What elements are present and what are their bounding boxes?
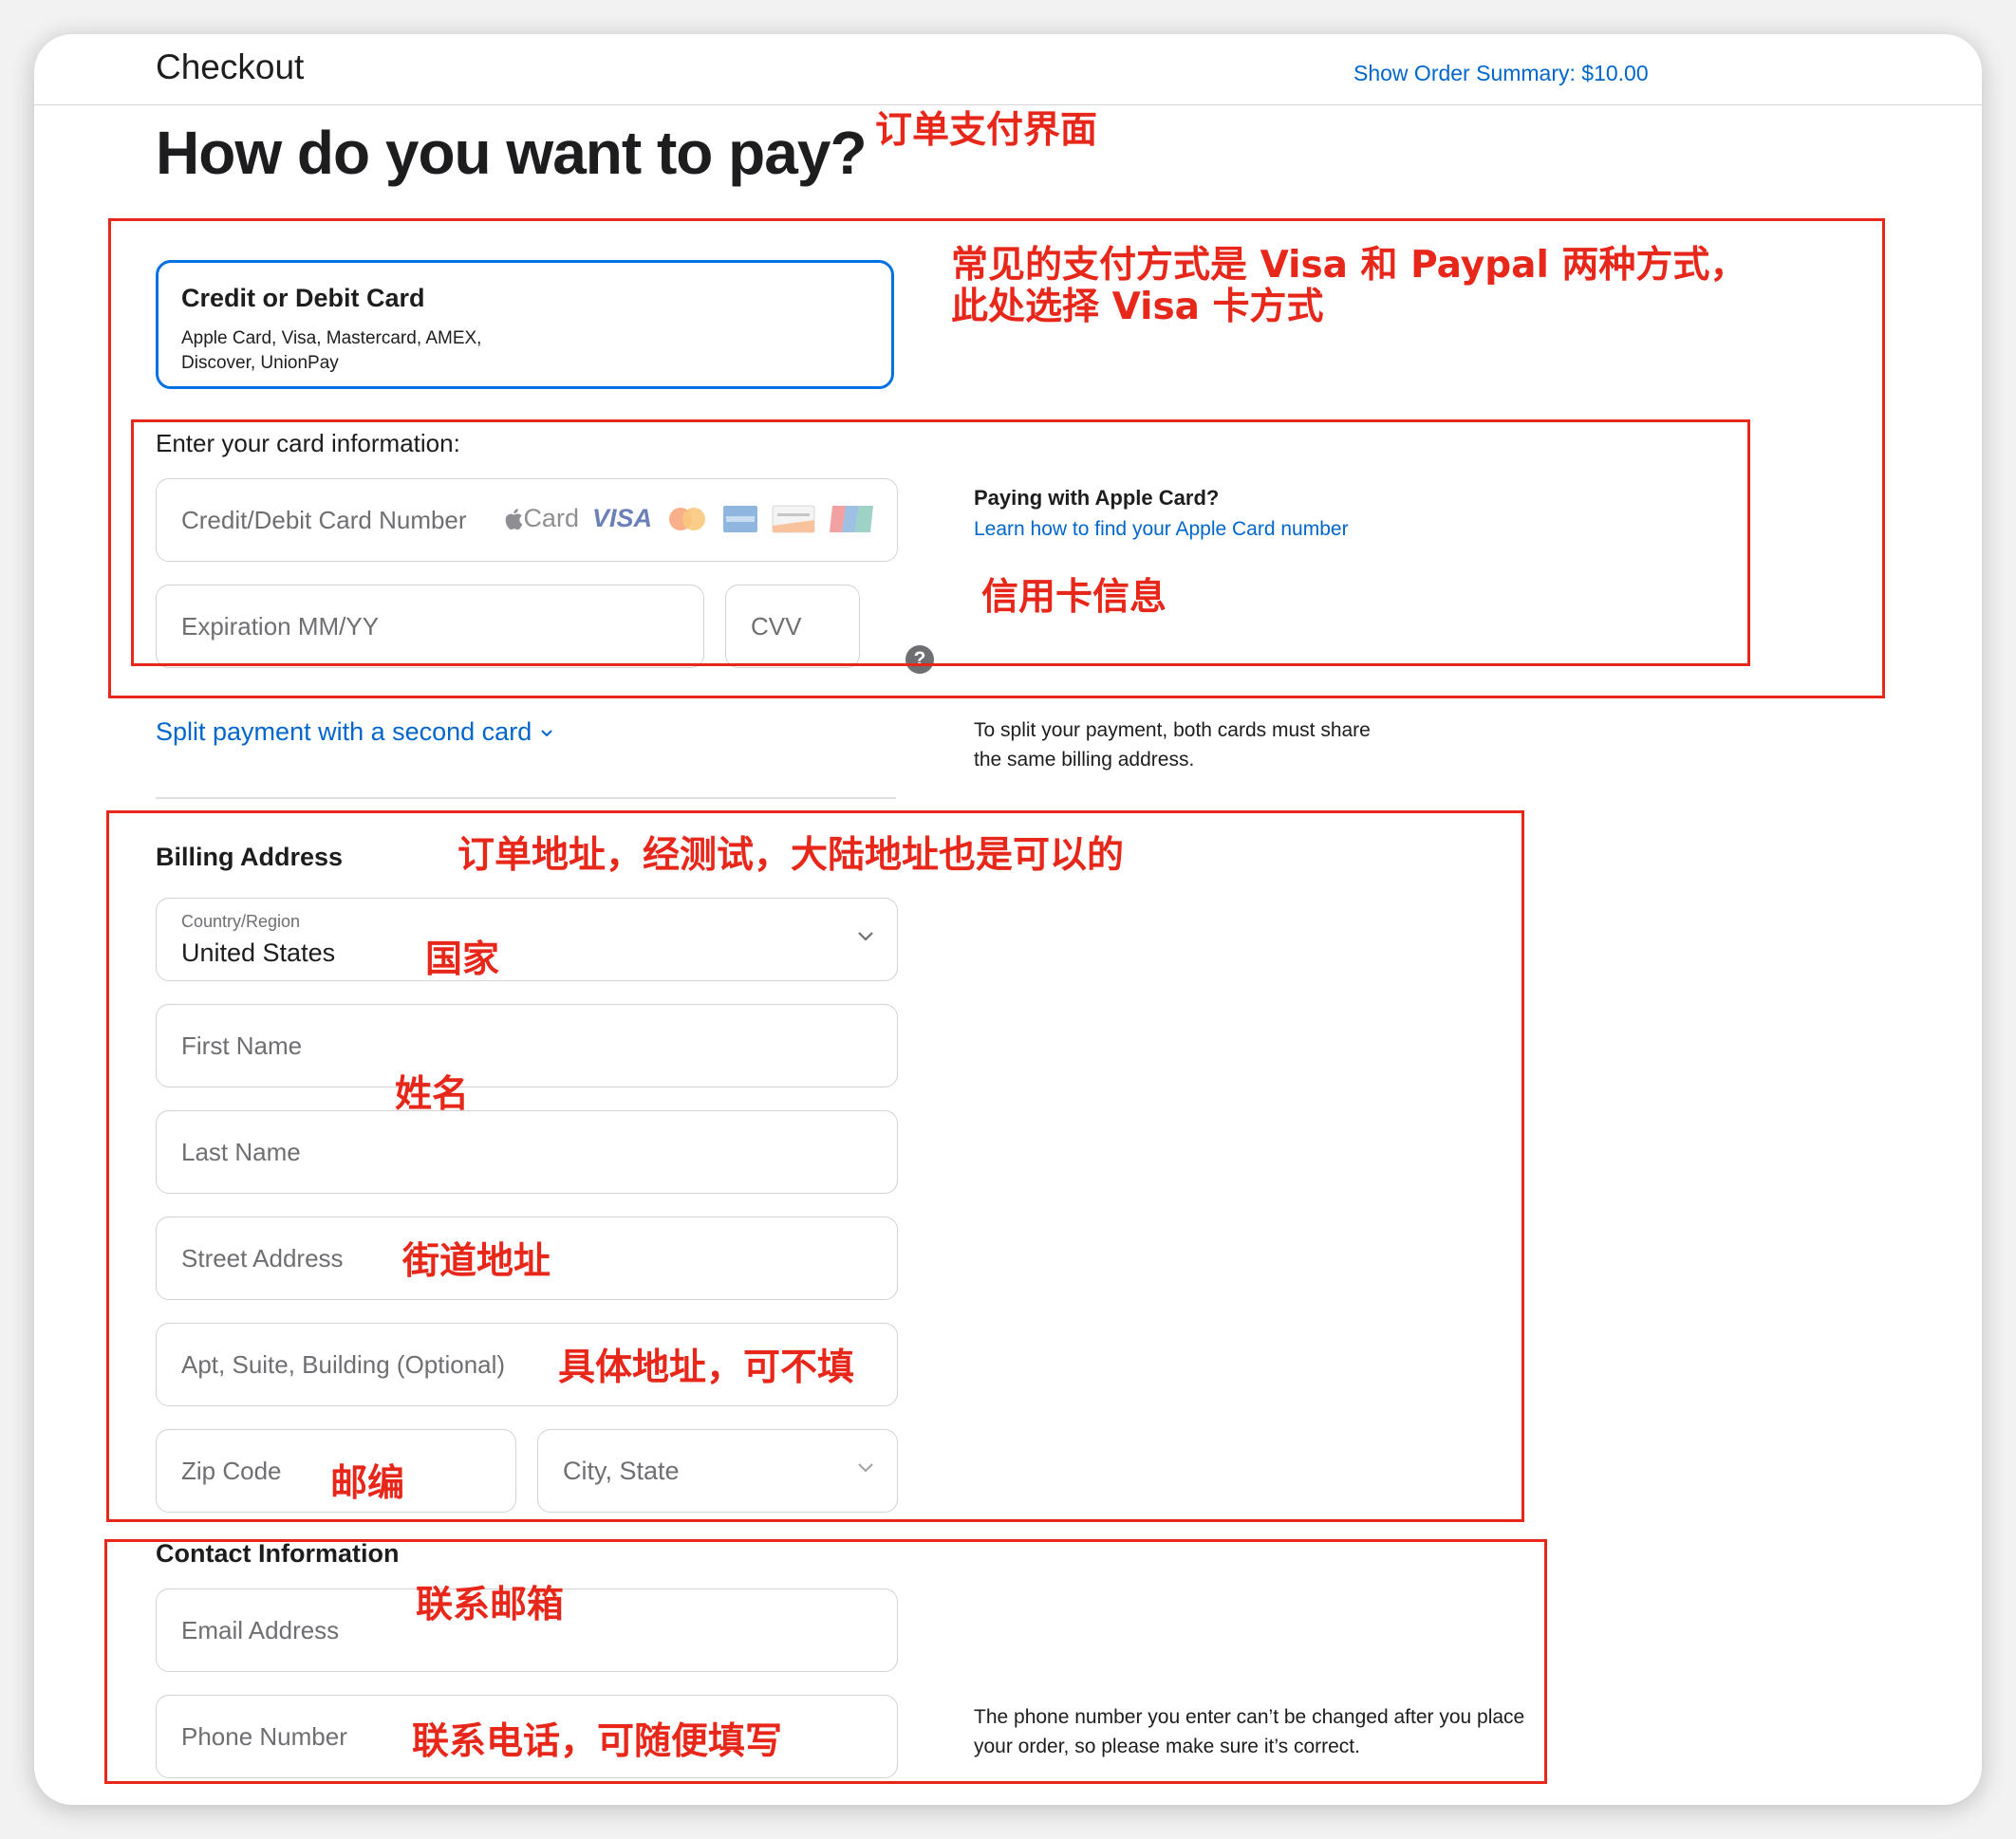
apple-card-logo-text: Card	[523, 504, 579, 532]
annotation-country: 国家	[425, 938, 500, 981]
apple-card-number-link[interactable]: Learn how to find your Apple Card number	[974, 514, 1349, 544]
billing-address-heading: Billing Address	[156, 843, 344, 871]
annotation-card-info: 信用卡信息	[981, 576, 1167, 619]
unionpay-logo	[830, 505, 873, 532]
cvv-input[interactable]	[726, 585, 859, 667]
city-state-select[interactable]: City, State	[537, 1429, 898, 1513]
city-state-placeholder: City, State	[563, 1457, 680, 1485]
annotation-phone: 联系电话，可随便填写	[412, 1720, 783, 1763]
phone-note: The phone number you enter can’t be chan…	[974, 1706, 1525, 1757]
annotation-email: 联系邮箱	[416, 1584, 565, 1626]
apple-card-heading: Paying with Apple Card?	[974, 486, 1220, 510]
annotation-street: 街道地址	[402, 1240, 551, 1283]
expiration-field[interactable]	[156, 585, 704, 668]
amex-logo	[723, 505, 757, 532]
checkout-window: Checkout Show Order Summary: $10.00 How …	[34, 34, 1982, 1805]
country-caption: Country/Region	[181, 912, 301, 931]
payment-option-subtitle: Apple Card, Visa, Mastercard, AMEX, Disc…	[181, 328, 482, 373]
country-select[interactable]: Country/Region United States	[156, 898, 898, 981]
annotation-billing: 订单地址，经测试，大陆地址也是可以的	[457, 834, 1125, 877]
split-payment-link[interactable]: Split payment with a second card	[156, 717, 554, 747]
show-order-summary-link[interactable]: Show Order Summary: $10.00	[1353, 61, 1649, 86]
annotation-payment-method-line1: 常见的支付方式是 Visa 和 Paypal 两种方式，	[951, 244, 1747, 287]
chevron-down-icon	[541, 729, 552, 736]
apple-card-logo: Card	[504, 504, 579, 533]
contact-info-heading: Contact Information	[156, 1539, 400, 1568]
annotation-payment-method-line2: 此处选择 Visa 卡方式	[951, 286, 1324, 328]
annotation-page: 订单支付界面	[875, 109, 1098, 152]
expiration-input[interactable]	[157, 585, 703, 667]
page-title: How do you want to pay?	[156, 119, 868, 187]
apple-icon	[506, 508, 523, 529]
split-payment-label: Split payment with a second card	[156, 717, 532, 746]
visa-logo: VISA	[591, 504, 652, 532]
last-name-input[interactable]	[157, 1111, 897, 1193]
cvv-help-icon[interactable]: ?	[905, 645, 934, 674]
split-payment-note: To split your payment, both cards must s…	[974, 719, 1371, 771]
annotation-name: 姓名	[395, 1073, 470, 1116]
discover-logo	[772, 505, 815, 532]
annotation-zip: 邮编	[330, 1462, 405, 1505]
first-name-input[interactable]	[157, 1005, 897, 1087]
country-value: United States	[181, 938, 336, 967]
section-divider	[156, 797, 896, 799]
last-name-field[interactable]	[156, 1110, 898, 1194]
header-title: Checkout	[156, 47, 305, 86]
chevron-down-icon	[858, 1463, 873, 1473]
header-divider	[34, 104, 1982, 105]
card-info-label: Enter your card information:	[156, 429, 460, 457]
credit-debit-card-option[interactable]: Credit or Debit Card Apple Card, Visa, M…	[156, 260, 894, 389]
annotation-apt: 具体地址，可不填	[558, 1347, 855, 1389]
payment-option-title: Credit or Debit Card	[181, 284, 425, 312]
card-number-field[interactable]: Card VISA	[156, 478, 898, 562]
chevron-down-icon	[858, 932, 873, 941]
cvv-field[interactable]	[725, 585, 860, 668]
card-logos: Card VISA	[504, 504, 874, 533]
mastercard-logo	[669, 507, 705, 530]
first-name-field[interactable]	[156, 1004, 898, 1087]
